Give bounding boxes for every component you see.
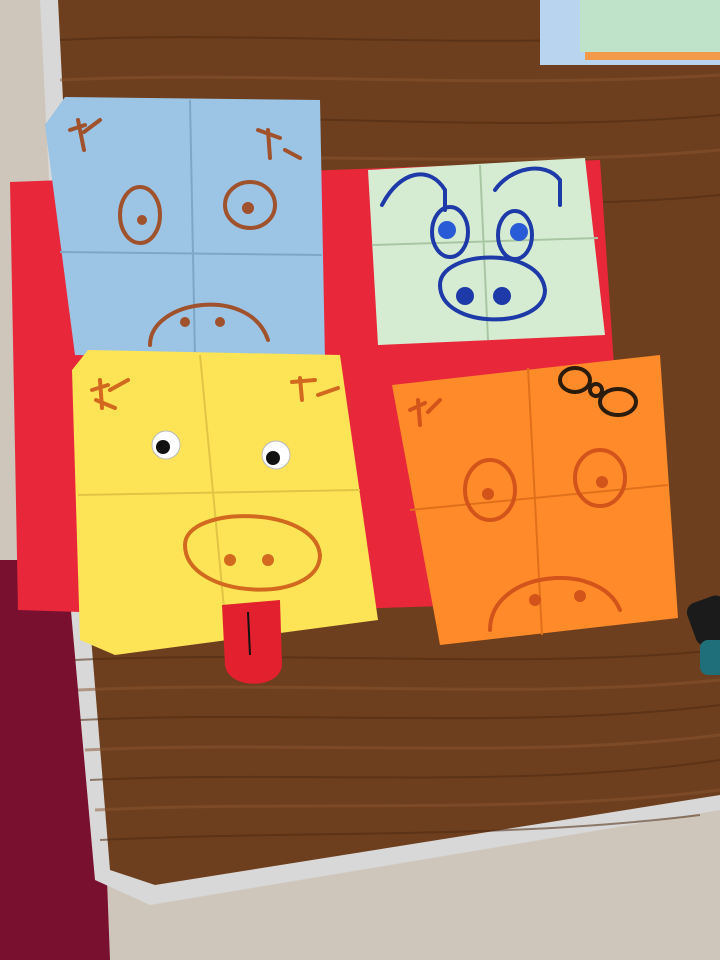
pig-tongue xyxy=(222,600,282,684)
scene-svg xyxy=(0,0,720,960)
mint-origami-pig xyxy=(368,158,605,345)
blue-origami-pig xyxy=(45,97,325,360)
sticky-note-stack xyxy=(540,0,720,65)
orange-origami-pig xyxy=(392,355,678,645)
photo-scene xyxy=(0,0,720,960)
